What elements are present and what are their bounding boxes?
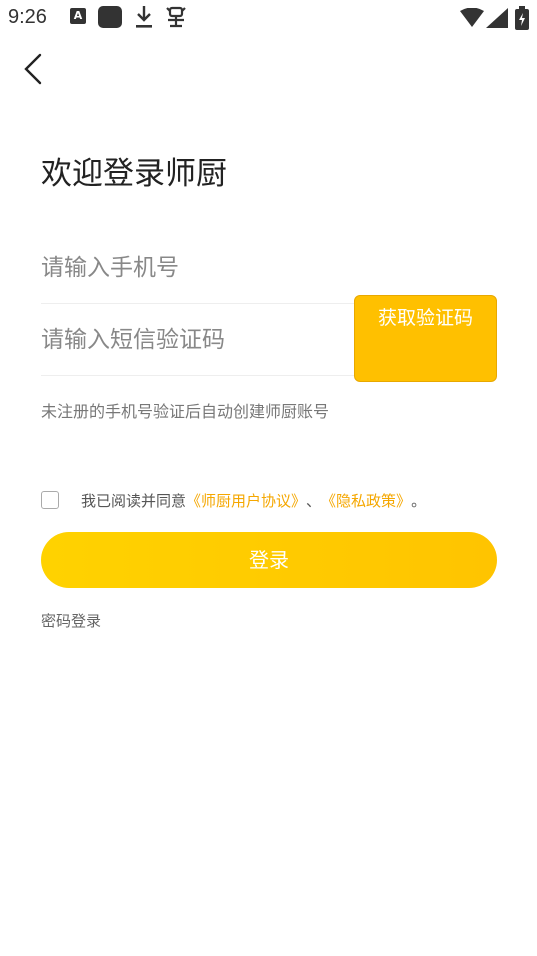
a-notification-icon: A (70, 8, 86, 24)
status-bar: 9:26 A (0, 0, 537, 38)
wifi-icon (460, 7, 484, 32)
get-code-button[interactable]: 获取验证码 (354, 295, 497, 382)
square-notification-icon (98, 6, 122, 28)
status-time: 9:26 (8, 6, 47, 28)
page-title: 欢迎登录师厨 (41, 156, 227, 192)
chevron-left-icon (24, 53, 42, 85)
privacy-policy-link[interactable]: 《隐私政策》 (321, 490, 411, 511)
bug-icon (164, 4, 188, 34)
back-button[interactable] (16, 52, 50, 86)
signal-icon (486, 8, 508, 32)
agreement-prefix: 我已阅读并同意 (81, 491, 187, 510)
sms-code-input[interactable] (41, 304, 341, 376)
download-icon (134, 4, 154, 34)
agreement-checkbox[interactable] (41, 491, 59, 509)
auto-register-hint: 未注册的手机号验证后自动创建师厨账号 (41, 402, 330, 421)
password-login-link[interactable]: 密码登录 (41, 610, 101, 631)
agreement-row: 我已阅读并同意 《师厨用户协议》 、 《隐私政策》 。 (41, 488, 426, 512)
agreement-suffix: 。 (411, 491, 427, 510)
login-button[interactable]: 登录 (41, 532, 497, 588)
agreement-separator: 、 (306, 491, 322, 510)
battery-icon (515, 6, 529, 34)
phone-input[interactable] (41, 232, 341, 304)
user-agreement-link[interactable]: 《师厨用户协议》 (186, 490, 306, 511)
phone-field-container (41, 232, 497, 304)
